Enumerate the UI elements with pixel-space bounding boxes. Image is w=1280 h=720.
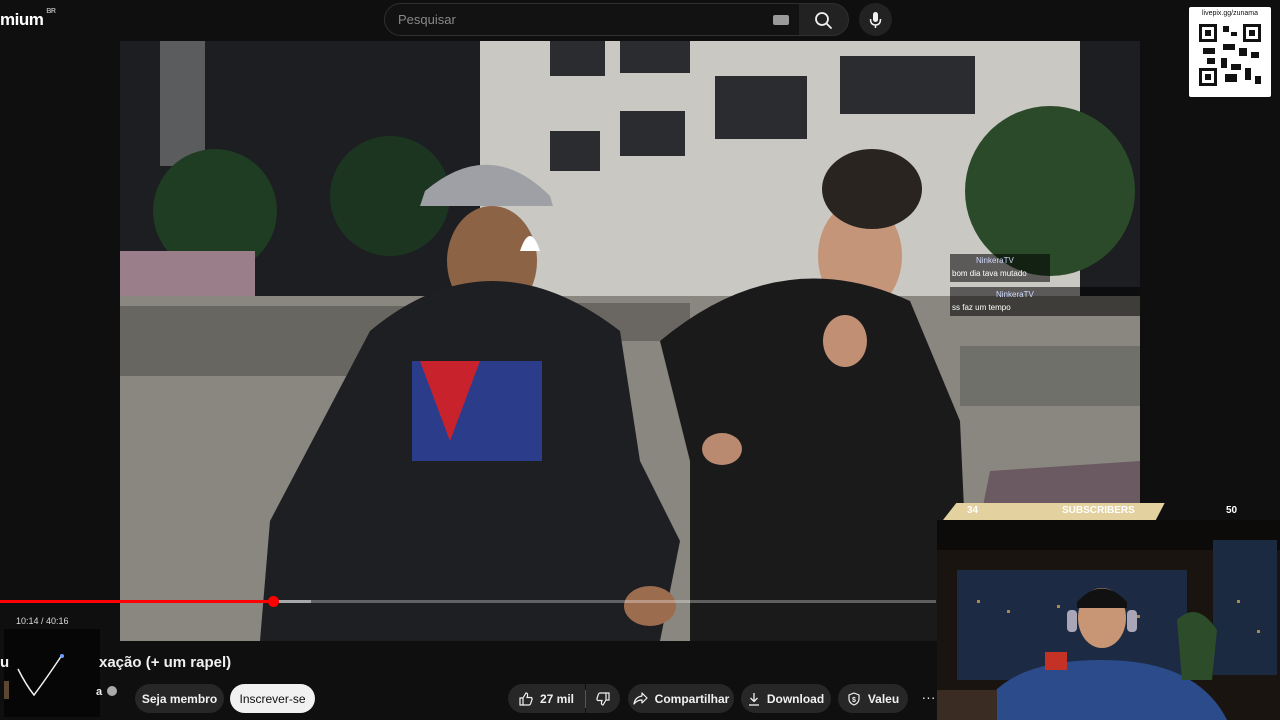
thumbs-up-icon [519, 691, 533, 706]
share-button[interactable]: Compartilhar [628, 684, 734, 713]
video-title-left-fragment: u [0, 654, 10, 671]
microphone-icon [869, 12, 882, 28]
thanks-label: Valeu [867, 691, 900, 706]
logo-text: mium [0, 10, 44, 29]
dislike-button[interactable] [586, 684, 620, 713]
qr-code-icon [1197, 22, 1263, 88]
chat-message: ss faz um tempo [952, 303, 1011, 312]
search-button[interactable] [799, 3, 849, 36]
channel-name[interactable]: a [96, 686, 102, 698]
download-button[interactable]: Download [741, 684, 831, 713]
thumbs-down-icon [596, 691, 610, 706]
youtube-watch-page: mium BR Pesquisar NinkeraTV bom dia tava… [0, 0, 1280, 720]
super-thanks-icon: $ [848, 691, 860, 706]
verified-badge-icon [107, 686, 117, 696]
qr-label: livepix.gg/zunama [1201, 10, 1259, 17]
progress-bar[interactable] [0, 600, 936, 603]
search-input[interactable]: Pesquisar [384, 3, 800, 36]
webcam-image [937, 520, 1280, 720]
download-label: Download [766, 691, 825, 706]
time-display: 10:14 / 40:16 [16, 616, 69, 626]
download-icon [748, 692, 759, 706]
logo-region: BR [46, 8, 56, 15]
search-icon [815, 12, 832, 29]
subscriber-goal-bar: 34 SUBSCRIBERS 50 [940, 503, 1280, 520]
voice-search-button[interactable] [859, 3, 892, 36]
join-button-label: Seja membro [141, 691, 218, 706]
youtube-premium-logo[interactable]: mium BR [0, 8, 56, 30]
livepix-qr-code: livepix.gg/zunama [1189, 7, 1271, 97]
more-actions-button[interactable]: ··· [914, 684, 943, 713]
progress-scrubber-handle[interactable] [267, 596, 279, 607]
svg-text:$: $ [852, 697, 856, 704]
join-button[interactable]: Seja membro [135, 684, 224, 713]
share-icon [633, 692, 648, 705]
search-placeholder: Pesquisar [398, 12, 456, 27]
thanks-button[interactable]: $ Valeu [838, 684, 908, 713]
subscriber-goal: 50 [1226, 505, 1238, 516]
chat-username: NinkeraTV [996, 290, 1034, 299]
share-label: Compartilhar [654, 691, 730, 706]
checkmark-graphic-icon [4, 629, 100, 717]
video-title: xação (+ um rapel) [99, 654, 232, 671]
chat-username: NinkeraTV [976, 256, 1014, 265]
progress-played [0, 600, 274, 603]
like-count: 27 mil [539, 691, 575, 706]
subscriber-count: 34 [967, 505, 979, 516]
masthead: mium BR Pesquisar [0, 0, 1280, 40]
keyboard-icon[interactable] [773, 15, 789, 25]
streamer-webcam [937, 520, 1280, 720]
like-button[interactable]: 27 mil [508, 684, 585, 713]
mini-thumbnail[interactable] [4, 629, 100, 717]
subscribe-button[interactable]: Inscrever-se [230, 684, 315, 713]
subscriber-label: SUBSCRIBERS [1062, 505, 1135, 516]
subscribe-button-label: Inscrever-se [239, 691, 306, 706]
more-actions-label: ··· [921, 689, 936, 705]
chat-message: bom dia tava mutado [952, 269, 1027, 278]
